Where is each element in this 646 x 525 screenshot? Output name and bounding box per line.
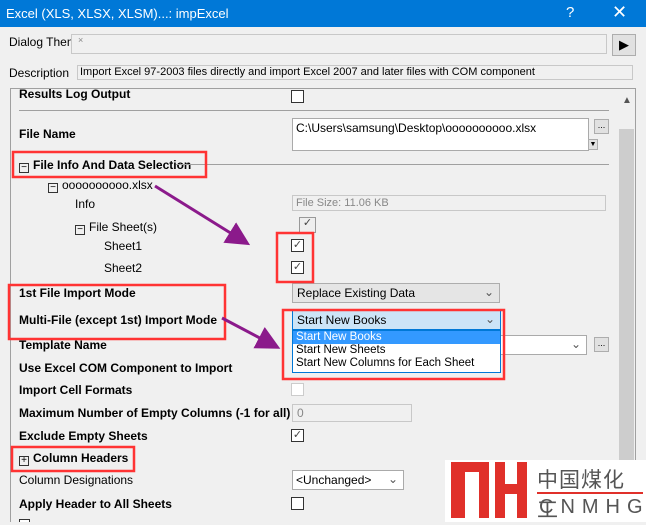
mh-logo-icon: [451, 462, 527, 518]
highlight-box: [10, 445, 136, 473]
annotation-overlay: [7, 150, 506, 473]
highlight-box: [11, 150, 208, 179]
arrow-icon: [221, 316, 281, 349]
highlight-box: [7, 283, 227, 341]
arrow-icon: [154, 184, 251, 246]
highlight-box: [275, 231, 315, 284]
highlight-box: [281, 308, 506, 381]
watermark-en: CNMHG: [539, 496, 646, 518]
watermark-logo: 中国煤化工 CNMHG: [445, 460, 646, 522]
